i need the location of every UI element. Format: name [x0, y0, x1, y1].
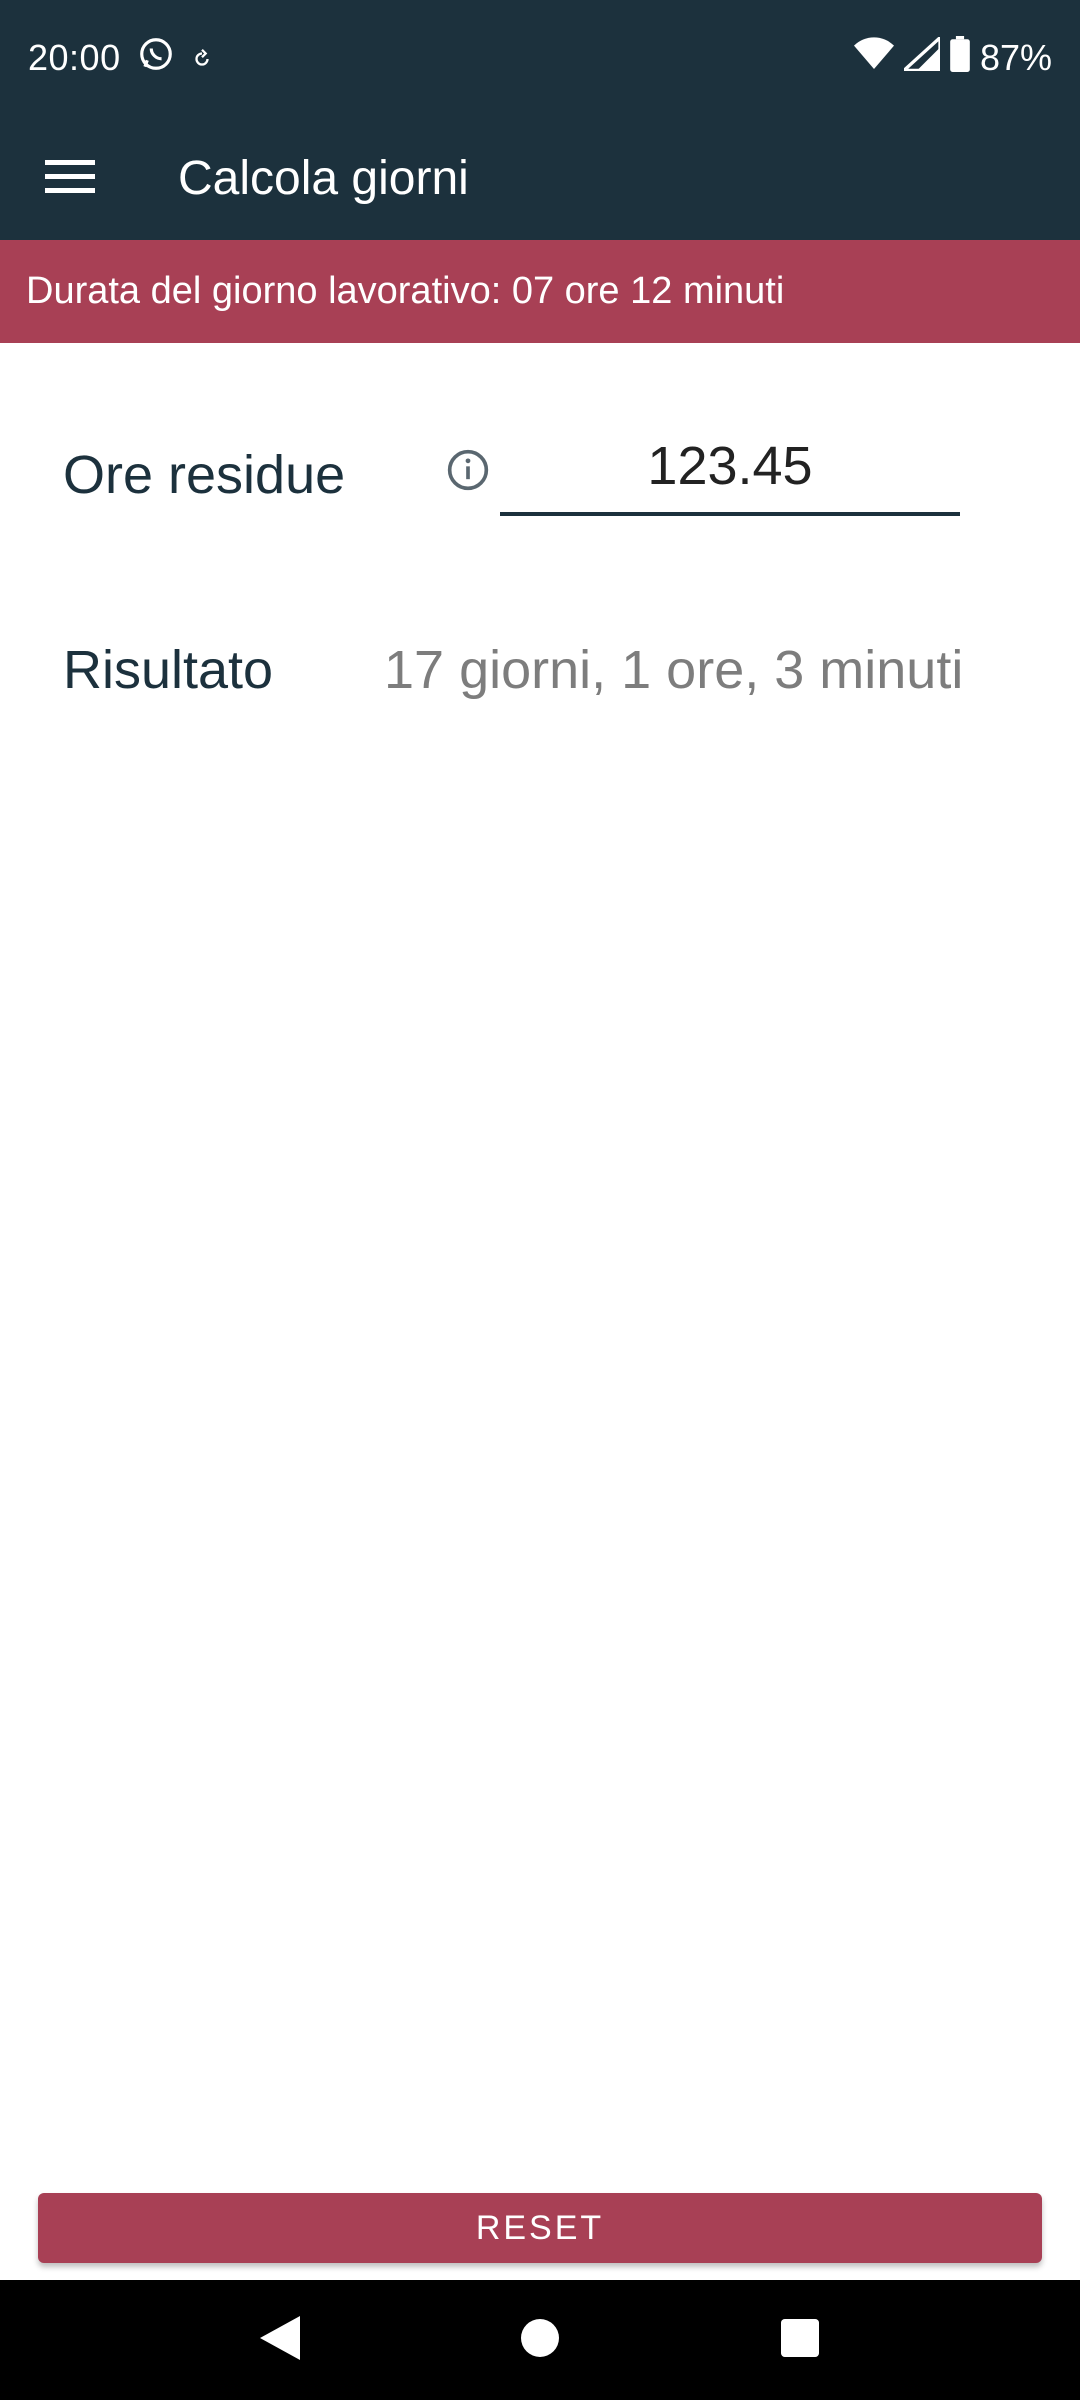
status-bar: 20:00 87%	[0, 0, 1080, 116]
home-icon	[521, 2318, 559, 2362]
risultato-label: Risultato	[63, 640, 274, 700]
status-time: 20:00	[28, 37, 121, 78]
menu-button[interactable]	[22, 130, 118, 226]
page-title: Calcola giorni	[178, 151, 469, 205]
risultato-row: Risultato 17 giorni, 1 ore, 3 minuti	[0, 620, 1080, 720]
reset-button[interactable]: RESET	[38, 2193, 1042, 2263]
wifi-icon	[853, 36, 894, 80]
back-icon	[260, 2315, 300, 2365]
sync-icon	[191, 37, 213, 79]
workday-duration-banner: Durata del giorno lavorativo: 07 ore 12 …	[0, 240, 1080, 343]
battery-percent: 87%	[979, 37, 1052, 78]
ore-residue-row: Ore residue	[0, 420, 1080, 530]
recents-icon	[781, 2318, 819, 2362]
ore-residue-input[interactable]	[500, 435, 960, 497]
home-button[interactable]	[500, 2300, 580, 2380]
info-icon[interactable]	[446, 448, 490, 492]
menu-icon	[45, 158, 95, 199]
banner-text: Durata del giorno lavorativo: 07 ore 12 …	[26, 270, 785, 312]
ore-residue-field	[500, 420, 960, 516]
system-nav-bar	[0, 2280, 1080, 2400]
recents-button[interactable]	[760, 2300, 840, 2380]
status-left: 20:00	[28, 35, 213, 82]
signal-icon	[899, 33, 942, 80]
reset-button-label: RESET	[475, 2208, 605, 2247]
battery-icon	[950, 35, 970, 81]
whatsapp-icon	[137, 35, 175, 82]
ore-residue-label: Ore residue	[63, 445, 346, 505]
status-right: 87%	[853, 33, 1052, 81]
risultato-value: 17 giorni, 1 ore, 3 minuti	[384, 640, 964, 700]
app-bar: Calcola giorni	[0, 116, 1080, 240]
back-button[interactable]	[240, 2300, 320, 2380]
